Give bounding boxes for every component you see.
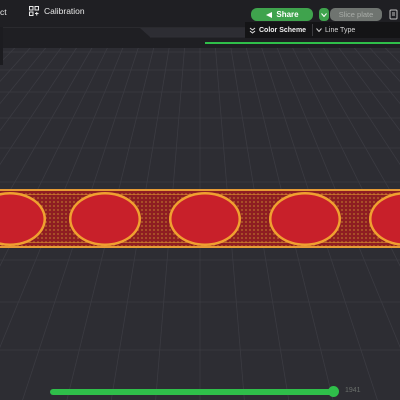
- calibration-label: Calibration: [44, 6, 85, 16]
- layer-slider-handle[interactable]: [328, 386, 339, 397]
- share-label: Share: [276, 10, 299, 19]
- double-chevron-icon: [249, 27, 255, 34]
- slice-plate-button[interactable]: Slice plate: [330, 8, 382, 21]
- calibration-icon: [29, 6, 39, 16]
- collapse-chevron[interactable]: [245, 27, 259, 34]
- color-scheme-panel: Color Scheme Line Type: [245, 22, 400, 38]
- sliced-part-preview: [0, 189, 400, 248]
- layer-slider-value: 1941: [345, 387, 361, 394]
- share-button[interactable]: Share: [251, 8, 313, 21]
- layer-slider-track[interactable]: [50, 389, 335, 395]
- calibration-menu[interactable]: Calibration: [29, 6, 85, 16]
- line-type-value: Line Type: [325, 26, 356, 34]
- color-scheme-label: Color Scheme: [259, 26, 307, 34]
- slice-plate-label: Slice plate: [338, 10, 374, 19]
- share-icon: [266, 11, 273, 18]
- chevron-down-icon: [316, 28, 322, 32]
- slice-options-dropdown[interactable]: [319, 8, 329, 21]
- project-menu-label[interactable]: ct: [0, 7, 7, 17]
- chevron-down-icon: [321, 12, 327, 17]
- line-type-select[interactable]: Line Type: [312, 24, 399, 36]
- 3d-viewport[interactable]: [0, 0, 400, 400]
- print-plate-icon[interactable]: [389, 9, 398, 20]
- left-panel-edge: [0, 27, 3, 65]
